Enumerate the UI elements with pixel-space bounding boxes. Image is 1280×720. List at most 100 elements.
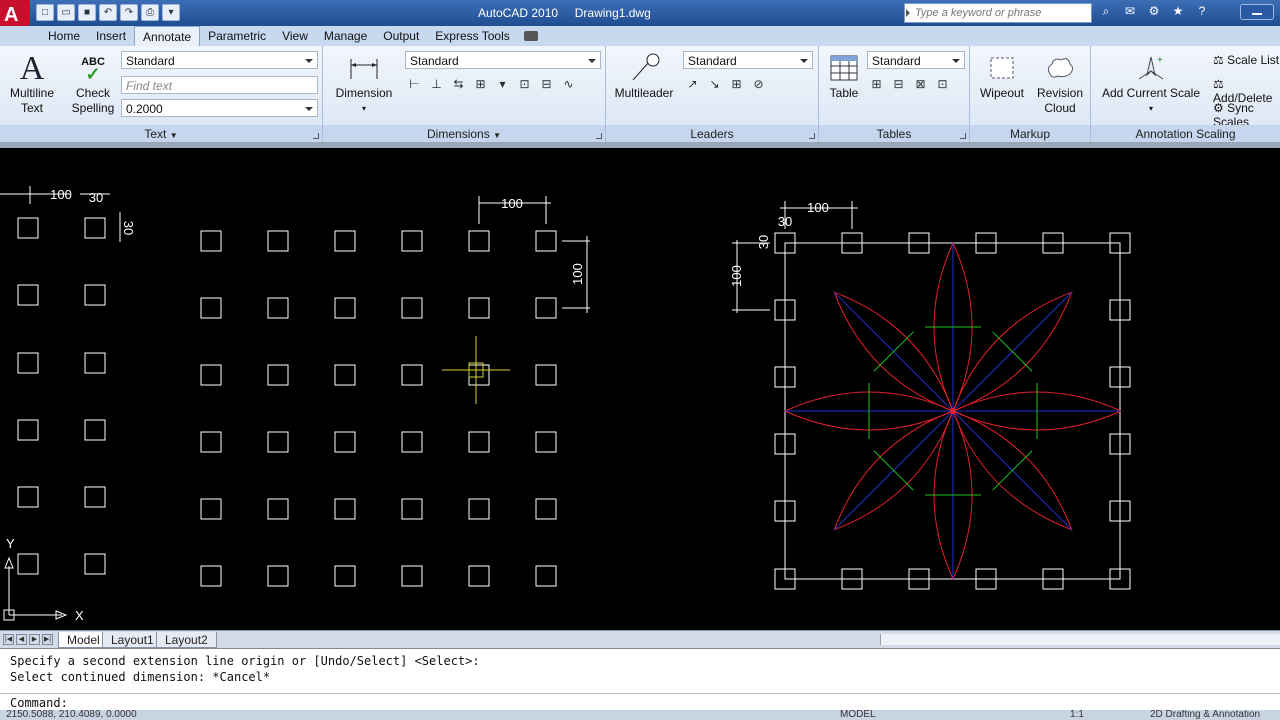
layout-tab-layout2[interactable]: Layout2 [156, 632, 217, 648]
command-history-line: Specify a second extension line origin o… [10, 654, 480, 668]
dimension-button[interactable]: Dimension ▾ [331, 52, 397, 116]
tab-annotate[interactable]: Annotate [134, 26, 201, 46]
panel-title-annotation-scaling[interactable]: Annotation Scaling [1091, 125, 1280, 142]
favorites-star-icon[interactable]: ★ [1168, 4, 1188, 21]
panel-title-tables[interactable]: Tables [819, 125, 969, 142]
tab-parametric[interactable]: Parametric [200, 26, 274, 46]
table-icon [825, 52, 863, 84]
tab-express-tools[interactable]: Express Tools [427, 26, 517, 46]
upload-to-source-icon[interactable]: ⊡ [933, 75, 952, 93]
dimension-icon [331, 52, 397, 84]
multileader-style-select[interactable]: Standard [683, 51, 813, 69]
ribbon-minimize-icon[interactable] [523, 31, 538, 41]
minimize-button[interactable] [1240, 4, 1274, 20]
add-current-scale-button[interactable]: + Add Current Scale ▾ [1099, 52, 1203, 116]
qat-dropdown-icon[interactable]: ▾ [162, 4, 180, 21]
tab-home[interactable]: Home [40, 26, 88, 46]
revision-cloud-button[interactable]: Revision Cloud [1032, 52, 1088, 116]
column-square [334, 364, 356, 386]
tables-dialog-launcher-icon[interactable] [960, 133, 966, 139]
table-style-select[interactable]: Standard [867, 51, 965, 69]
column-square [401, 431, 423, 453]
dimension-text: 100 [50, 187, 72, 202]
next-layout-icon[interactable]: ▶ [29, 634, 40, 645]
extract-data-icon[interactable]: ⊞ [867, 75, 886, 93]
subscription-icon[interactable]: ⚙ [1144, 4, 1164, 21]
panel-annotation-scaling: + Add Current Scale ▾ ⚖ Scale List ⚖ Add… [1091, 46, 1280, 142]
multileader-icon [612, 52, 676, 84]
panel-leaders: Multileader Standard ↗ ↘ ⊞ ⊘ Leaders [606, 46, 819, 142]
open-folder-icon[interactable]: ▭ [57, 4, 75, 21]
inspect-icon[interactable]: ⊡ [515, 75, 534, 93]
multiline-text-button[interactable]: A Multiline Text [6, 51, 58, 116]
text-height-select[interactable]: 0.2000 [121, 99, 318, 117]
help-icon[interactable]: ? [1192, 4, 1212, 21]
text-style-select[interactable]: Standard [121, 51, 318, 69]
text-dialog-launcher-icon[interactable] [313, 133, 319, 139]
column-square [535, 364, 557, 386]
jogged-linear-icon[interactable]: ∿ [559, 75, 578, 93]
communication-center-icon[interactable]: ✉ [1120, 4, 1140, 21]
find-text-input[interactable]: Find text [121, 76, 318, 94]
model-space-toggle[interactable]: MODEL [840, 710, 876, 720]
dimension-text: 100 [501, 196, 523, 211]
column-square [200, 297, 222, 319]
dimension-space-icon[interactable]: ▾ [493, 75, 512, 93]
tab-output[interactable]: Output [375, 26, 427, 46]
collect-leaders-icon[interactable]: ⊘ [749, 75, 768, 93]
command-history-line: Select continued dimension: *Cancel* [10, 670, 271, 684]
command-input[interactable]: Command: [0, 693, 1280, 711]
save-icon[interactable]: ■ [78, 4, 96, 21]
column-square [200, 431, 222, 453]
annotation-scale[interactable]: 1:1 [1070, 710, 1084, 720]
last-layout-icon[interactable]: ▶| [42, 634, 53, 645]
command-prompt: Command: [10, 696, 68, 710]
plot-icon[interactable]: ⎙ [141, 4, 159, 21]
remove-leader-icon[interactable]: ↘ [705, 75, 724, 93]
tab-view[interactable]: View [274, 26, 316, 46]
table-button[interactable]: Table [825, 52, 863, 101]
workspace-switch[interactable]: 2D Drafting & Annotation [1150, 710, 1260, 720]
download-from-source-icon[interactable]: ⊠ [911, 75, 930, 93]
binoculars-icon[interactable]: ⌕ [1096, 4, 1116, 21]
scale-list-button[interactable]: ⚖ Scale List [1213, 53, 1279, 67]
first-layout-icon[interactable]: |◀ [3, 634, 14, 645]
drawing-canvas[interactable]: 100 30 30 100 100 100 30 100 30 Y X [0, 148, 1280, 630]
prev-layout-icon[interactable]: ◀ [16, 634, 27, 645]
tab-insert[interactable]: Insert [88, 26, 134, 46]
column-square [84, 217, 106, 239]
link-data-icon[interactable]: ⊟ [889, 75, 908, 93]
tab-manage[interactable]: Manage [316, 26, 375, 46]
horizontal-scrollbar[interactable] [880, 634, 1280, 645]
redo-icon[interactable]: ↷ [120, 4, 138, 21]
dimension-break-icon[interactable]: ⇆ [449, 75, 468, 93]
panel-markup: Wipeout Revision Cloud Markup [970, 46, 1091, 142]
ucs-x-label: X [75, 608, 84, 623]
dimension-text: 30 [121, 221, 136, 235]
search-input[interactable]: Type a keyword or phrase [904, 3, 1092, 23]
column-square [200, 498, 222, 520]
add-leader-icon[interactable]: ↗ [683, 75, 702, 93]
panel-title-leaders[interactable]: Leaders [606, 125, 818, 142]
leaders-dialog-launcher-icon[interactable] [809, 133, 815, 139]
sync-scales-icon: ⚙ [1213, 101, 1224, 115]
tolerance-icon[interactable]: ⊟ [537, 75, 556, 93]
check-spelling-button[interactable]: ABC ✓ Check Spelling [68, 52, 118, 116]
continue-dimension-icon[interactable]: ⊞ [471, 75, 490, 93]
quick-dimension-icon[interactable]: ⊢ [405, 75, 424, 93]
command-window: Specify a second extension line origin o… [0, 648, 1280, 711]
undo-icon[interactable]: ↶ [99, 4, 117, 21]
add-delete-icon: ⚖ [1213, 77, 1224, 91]
baseline-dimension-icon[interactable]: ⊥ [427, 75, 446, 93]
panel-title-markup[interactable]: Markup [970, 125, 1090, 142]
panel-title-dimensions[interactable]: Dimensions ▼ [323, 125, 605, 142]
dimension-dialog-launcher-icon[interactable] [596, 133, 602, 139]
new-file-icon[interactable]: □ [36, 4, 54, 21]
layout-tab-layout1[interactable]: Layout1 [102, 632, 163, 648]
align-leaders-icon[interactable]: ⊞ [727, 75, 746, 93]
wipeout-button[interactable]: Wipeout [974, 52, 1030, 101]
multileader-button[interactable]: Multileader [612, 52, 676, 101]
panel-title-text[interactable]: Text ▼ [0, 125, 322, 142]
dimension-text: 30 [89, 190, 103, 205]
dimension-style-select[interactable]: Standard [405, 51, 601, 69]
